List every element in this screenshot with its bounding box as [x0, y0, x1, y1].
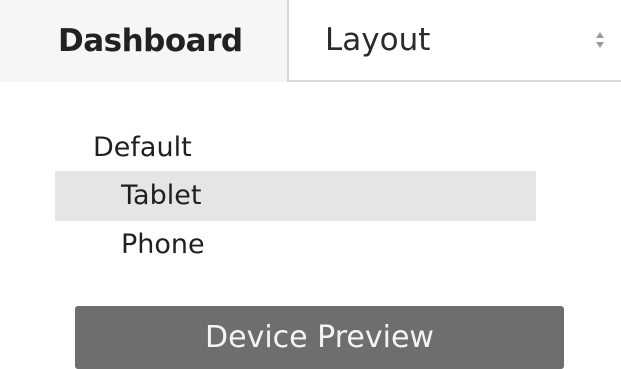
tab-layout[interactable]: Layout	[289, 0, 621, 82]
device-preview-button[interactable]: Device Preview	[75, 306, 564, 369]
tab-layout-label: Layout	[325, 22, 431, 58]
list-item-tablet[interactable]: Tablet	[55, 171, 536, 221]
device-layout-list: Default Tablet Phone	[55, 125, 536, 269]
tab-bar: Dashboard Layout	[0, 0, 621, 82]
up-down-stepper-icon[interactable]	[595, 30, 605, 50]
list-item-default[interactable]: Default	[55, 125, 536, 171]
list-item-phone[interactable]: Phone	[55, 221, 536, 269]
list-item-label: Default	[93, 132, 192, 163]
device-preview-button-label: Device Preview	[205, 320, 434, 355]
dashboard-layout-panel: Dashboard Layout Default Tablet Phone De…	[0, 0, 621, 369]
tab-dashboard-label: Dashboard	[58, 23, 243, 59]
list-item-label: Phone	[121, 229, 205, 260]
tab-dashboard[interactable]: Dashboard	[0, 0, 289, 82]
list-item-label: Tablet	[121, 180, 202, 211]
